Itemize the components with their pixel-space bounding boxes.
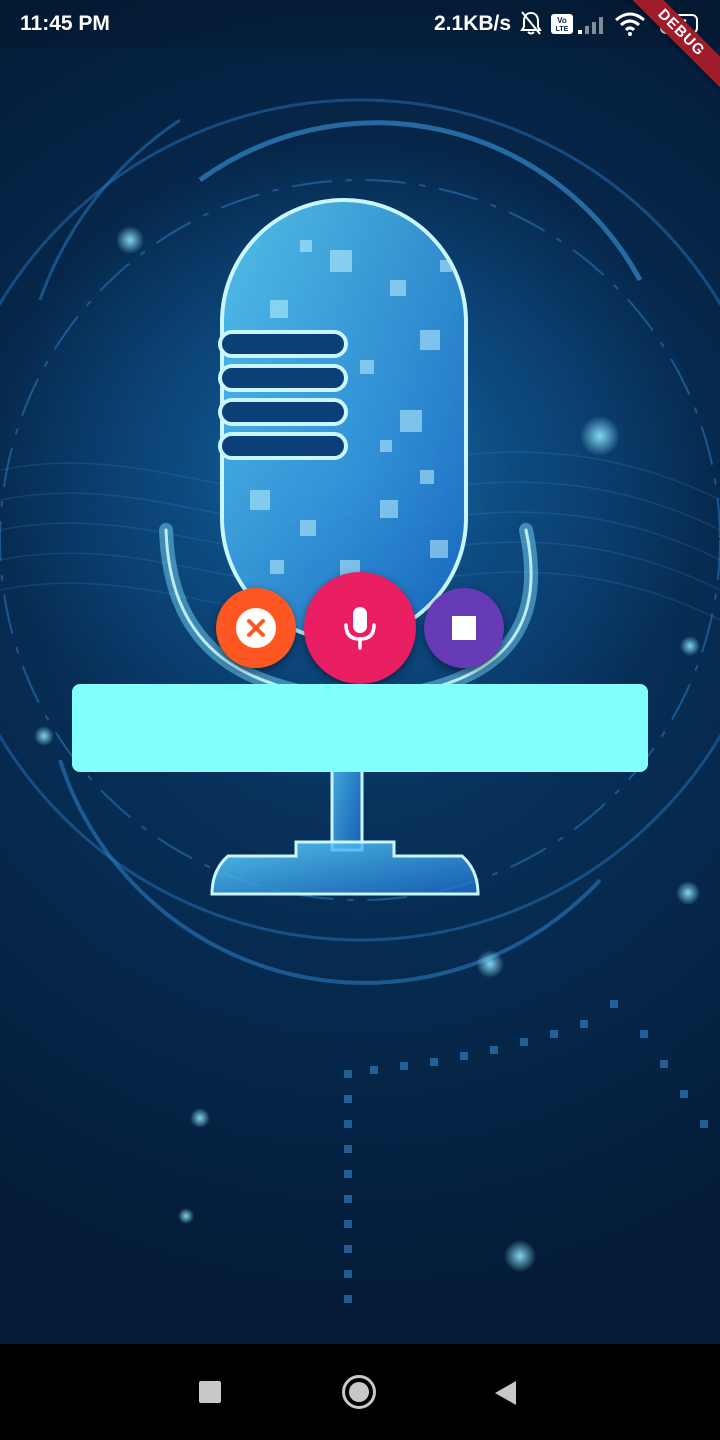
back-triangle-icon[interactable] <box>494 1380 518 1411</box>
navigation-bar <box>0 1344 720 1440</box>
stop-button[interactable] <box>424 588 504 668</box>
record-button[interactable] <box>304 572 416 684</box>
microphone-icon <box>344 607 376 650</box>
status-bar: 11:45 PM 2.1KB/s Vo LTE 67 <box>0 0 720 94</box>
home-circle-icon[interactable] <box>341 1374 377 1415</box>
network-speed: 2.1KB/s <box>434 12 512 35</box>
stop-icon <box>452 616 476 640</box>
wifi-icon <box>614 12 646 42</box>
cancel-button[interactable] <box>216 588 296 668</box>
status-time: 11:45 PM <box>20 12 110 35</box>
svg-text:Vo: Vo <box>557 16 567 25</box>
volte-icon: Vo LTE <box>550 13 574 41</box>
signal-icon <box>578 14 606 40</box>
close-circle-icon <box>236 608 276 648</box>
svg-text:LTE: LTE <box>556 26 569 33</box>
recents-square-icon[interactable] <box>199 1381 221 1408</box>
transcript-text-box <box>72 684 648 772</box>
notifications-off-icon <box>520 10 542 42</box>
